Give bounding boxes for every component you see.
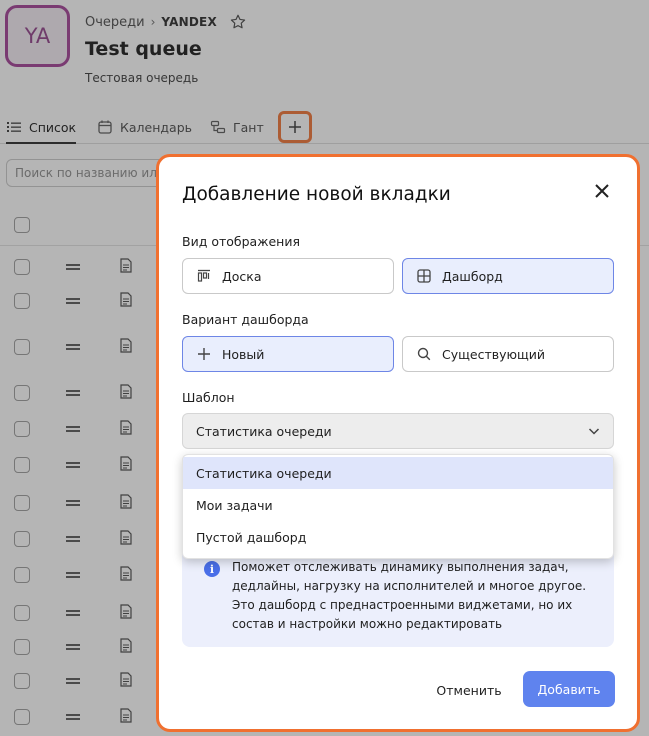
option-label: Существующий	[442, 346, 546, 362]
dropdown-option-queue-stats[interactable]: Статистика очереди	[183, 457, 613, 489]
view-type-label: Вид отображения	[182, 234, 300, 249]
template-label: Шаблон	[182, 390, 235, 405]
template-select-value: Статистика очереди	[196, 423, 332, 439]
variant-option-existing[interactable]: Существующий	[402, 336, 614, 372]
info-text: Поможет отслеживать динамику выполнения …	[232, 560, 587, 631]
dropdown-option-empty-dashboard[interactable]: Пустой дашборд	[183, 521, 613, 553]
dialog-title: Добавление новой вкладки	[182, 184, 451, 205]
close-icon[interactable]	[592, 181, 612, 201]
option-label: Дашборд	[442, 268, 503, 284]
add-button[interactable]: Добавить	[523, 671, 615, 707]
option-label: Доска	[222, 268, 262, 284]
option-label: Новый	[222, 346, 265, 362]
dashboard-icon	[417, 269, 431, 283]
template-dropdown: Статистика очереди Мои задачи Пустой даш…	[182, 454, 614, 559]
dropdown-option-my-tasks[interactable]: Мои задачи	[183, 489, 613, 521]
chevron-down-icon	[588, 428, 600, 435]
view-option-board[interactable]: Доска	[182, 258, 394, 294]
search-icon	[417, 347, 431, 361]
add-tab-dialog: Добавление новой вкладки Вид отображения…	[156, 154, 640, 732]
plus-icon	[198, 348, 210, 360]
view-option-dashboard[interactable]: Дашборд	[402, 258, 614, 294]
board-icon	[197, 269, 210, 282]
cancel-button[interactable]: Отменить	[429, 673, 509, 707]
info-icon: i	[204, 561, 220, 577]
template-select[interactable]: Статистика очереди	[182, 413, 614, 449]
dashboard-variant-label: Вариант дашборда	[182, 312, 309, 327]
variant-option-new[interactable]: Новый	[182, 336, 394, 372]
